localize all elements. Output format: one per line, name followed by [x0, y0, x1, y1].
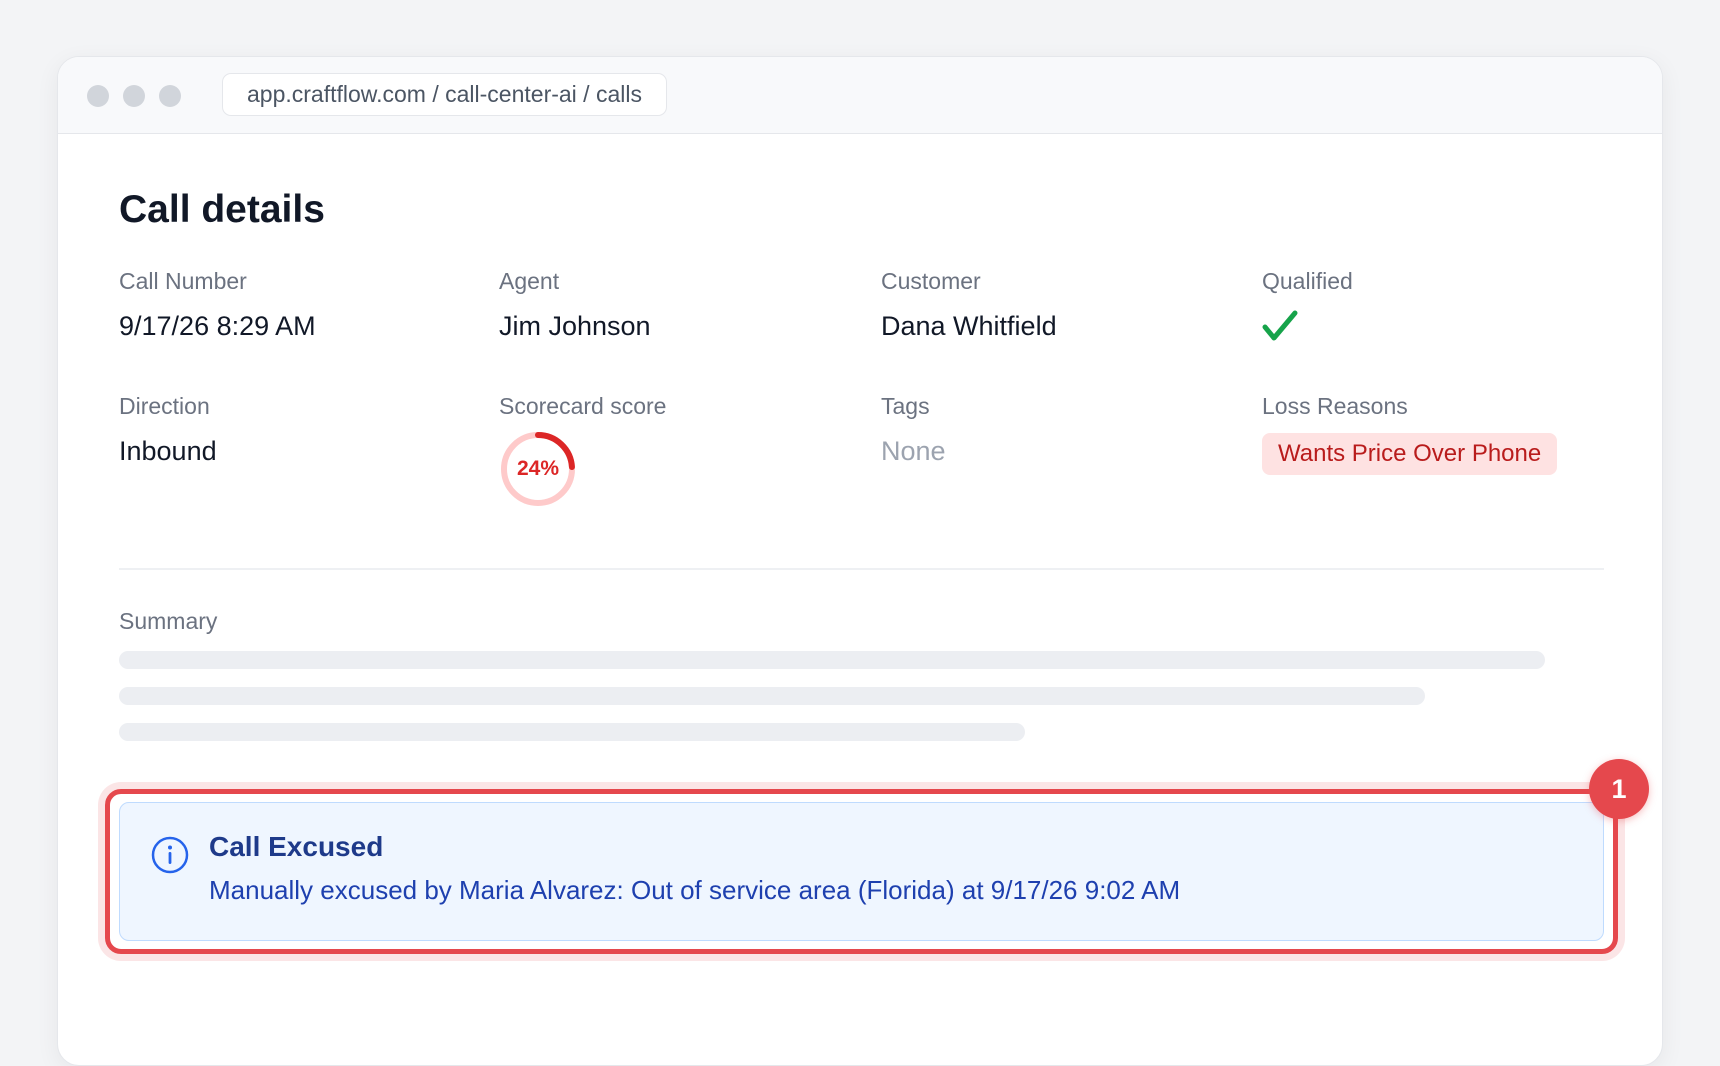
section-divider [119, 568, 1604, 570]
summary-skeleton-line [119, 651, 1545, 669]
loss-reasons-field: Loss Reasons Wants Price Over Phone [1262, 393, 1558, 475]
call-excused-notice: Call Excused Manually excused by Maria A… [119, 802, 1604, 941]
tags-field: Tags None [881, 393, 946, 467]
scorecard-field: Scorecard score 24% [499, 393, 666, 508]
call-number-value: 9/17/26 8:29 AM [119, 311, 316, 341]
annotation-badge: 1 [1589, 759, 1649, 819]
loss-reason-tag[interactable]: Wants Price Over Phone [1262, 433, 1558, 475]
window-close-dot[interactable] [87, 85, 109, 107]
tags-label: Tags [881, 393, 930, 419]
customer-value: Dana Whitfield [881, 311, 1057, 341]
browser-window: app.craftflow.com / call-center-ai / cal… [57, 56, 1663, 1066]
notice-text: Manually excused by Maria Alvarez: Out o… [209, 875, 1181, 905]
summary-skeleton-line [119, 687, 1425, 705]
check-icon [1262, 310, 1298, 341]
url-bar[interactable]: app.craftflow.com / call-center-ai / cal… [222, 73, 667, 116]
call-number-field: Call Number 9/17/26 8:29 AM [119, 268, 316, 342]
window-minimize-dot[interactable] [123, 85, 145, 107]
page-title: Call details [119, 188, 325, 231]
summary-label: Summary [119, 608, 218, 634]
agent-value: Jim Johnson [499, 311, 651, 341]
agent-field: Agent Jim Johnson [499, 268, 651, 342]
call-number-label: Call Number [119, 268, 247, 294]
info-icon [151, 836, 189, 874]
summary-skeleton-line [119, 723, 1025, 741]
direction-label: Direction [119, 393, 210, 419]
direction-field: Direction Inbound [119, 393, 217, 467]
scorecard-ring: 24% [499, 430, 577, 508]
customer-label: Customer [881, 268, 981, 294]
notice-title: Call Excused [209, 831, 384, 862]
scorecard-label: Scorecard score [499, 393, 667, 419]
loss-reasons-label: Loss Reasons [1262, 393, 1408, 419]
tags-value: None [881, 436, 946, 466]
direction-value: Inbound [119, 436, 217, 466]
customer-field: Customer Dana Whitfield [881, 268, 1057, 342]
scorecard-value: 24% [516, 457, 560, 480]
browser-titlebar: app.craftflow.com / call-center-ai / cal… [58, 57, 1662, 134]
window-maximize-dot[interactable] [159, 85, 181, 107]
qualified-label: Qualified [1262, 268, 1353, 294]
agent-label: Agent [499, 268, 560, 294]
qualified-field: Qualified [1262, 268, 1353, 343]
